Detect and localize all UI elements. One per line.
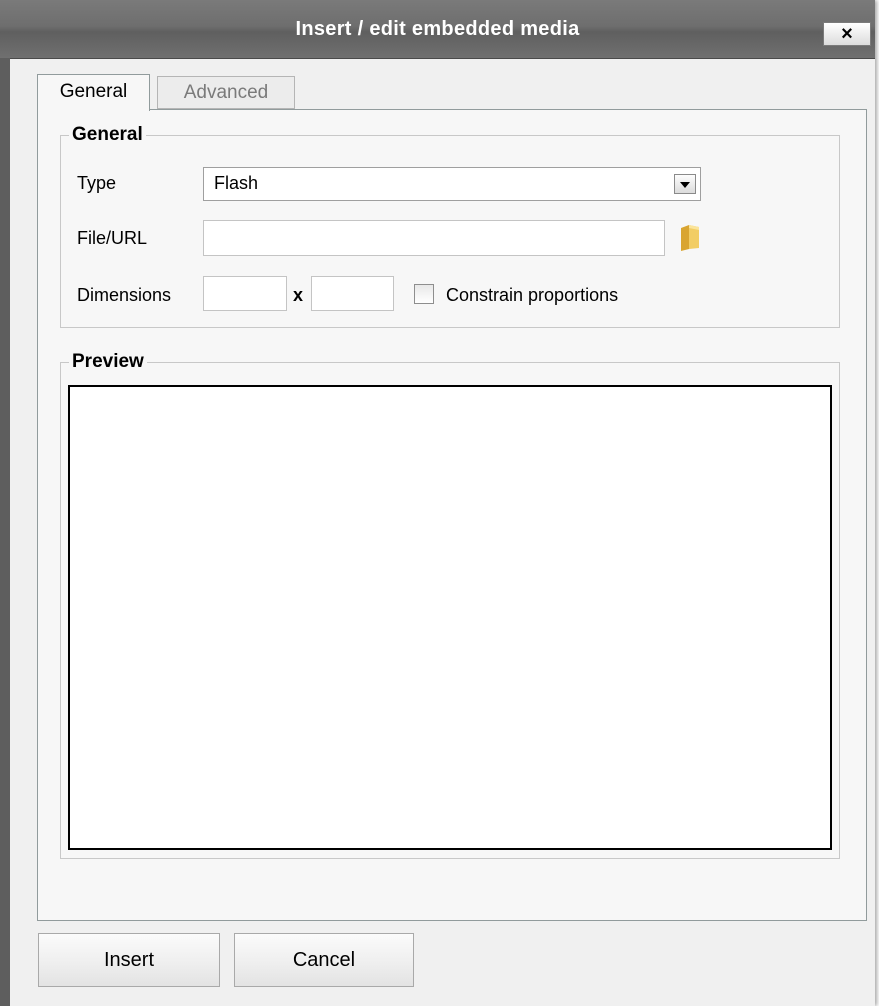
dialog-title: Insert / edit embedded media bbox=[295, 18, 580, 40]
type-select[interactable]: Flash bbox=[203, 167, 701, 201]
height-input[interactable] bbox=[311, 276, 394, 311]
chevron-down-icon[interactable] bbox=[674, 174, 696, 194]
constrain-proportions-label[interactable]: Constrain proportions bbox=[446, 285, 618, 306]
title-bar[interactable]: Insert / edit embedded media × bbox=[0, 0, 875, 59]
window-left-border bbox=[0, 58, 10, 1006]
file-url-input[interactable] bbox=[203, 220, 665, 256]
width-input[interactable] bbox=[203, 276, 287, 311]
close-button[interactable]: × bbox=[823, 22, 871, 46]
cancel-button[interactable]: Cancel bbox=[234, 933, 414, 987]
dimensions-label: Dimensions bbox=[77, 285, 172, 305]
dimension-separator: x bbox=[293, 285, 304, 305]
tab-advanced[interactable]: Advanced bbox=[157, 76, 295, 109]
general-legend: General bbox=[72, 124, 143, 145]
type-select-value: Flash bbox=[214, 173, 259, 193]
type-label: Type bbox=[77, 173, 117, 193]
tab-general[interactable]: General bbox=[37, 74, 150, 111]
preview-area bbox=[68, 385, 832, 850]
constrain-proportions-checkbox[interactable] bbox=[414, 284, 434, 304]
close-icon: × bbox=[841, 23, 853, 45]
media-dialog: Insert / edit embedded media × Advanced … bbox=[0, 0, 875, 1006]
preview-legend: Preview bbox=[72, 351, 144, 372]
folder-icon[interactable] bbox=[677, 222, 703, 252]
file-url-label: File/URL bbox=[77, 228, 148, 248]
insert-button[interactable]: Insert bbox=[38, 933, 220, 987]
